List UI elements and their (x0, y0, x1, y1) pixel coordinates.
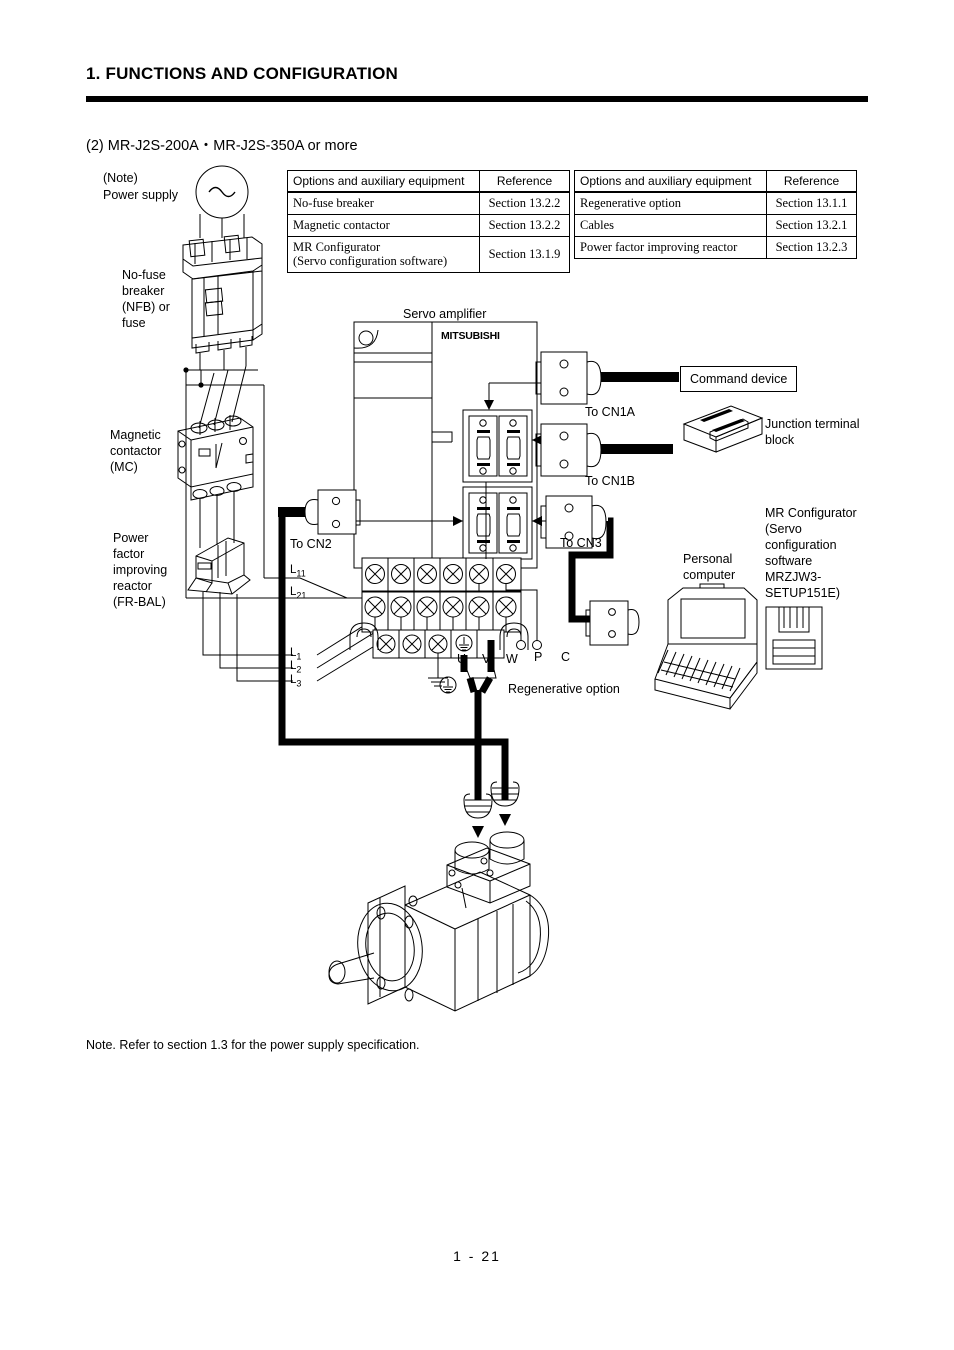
option-name: MR Configurator (Servo configuration sof… (287, 236, 480, 273)
option-name: Cables (574, 214, 767, 237)
floppy-disk-icon (765, 606, 823, 670)
manual-page: 1. FUNCTIONS AND CONFIGURATION (2) MR-J2… (0, 0, 954, 1350)
no-fuse-breaker-icon (182, 234, 263, 354)
mitsubishi-brand-label: MITSUBISHI (441, 330, 500, 342)
terminal-block-upper (361, 482, 538, 604)
option-name: Power factor improving reactor (574, 236, 767, 259)
column-header-reference: Reference (766, 170, 857, 193)
option-reference: Section 13.2.1 (766, 214, 857, 237)
terminal-label-v: V (482, 652, 491, 666)
table-row: Regenerative option Section 13.1.1 (574, 191, 857, 215)
motor-encoder-cable-boot (490, 781, 520, 826)
page-number: 1 - 21 (453, 1248, 501, 1264)
regenerative-option-label: Regenerative option (508, 682, 620, 696)
cn3-connector-plug (540, 495, 614, 623)
option-name: Magnetic contactor (287, 214, 480, 237)
servo-motor-icon (328, 831, 550, 1012)
power-factor-reactor-label: Power factor improving reactor (FR-BAL) (113, 531, 168, 609)
cn1b-connector-plug (535, 423, 673, 477)
table-row: MR Configurator (Servo configuration sof… (287, 236, 570, 273)
footnote: Note. Refer to section 1.3 for the power… (86, 1038, 420, 1052)
to-cn3-label: To CN3 (560, 536, 602, 550)
magnetic-contactor-label: Magnetic contactor (MC) (110, 428, 162, 474)
personal-computer-icon (654, 583, 758, 710)
terminal-block-lower (349, 622, 529, 694)
column-header-options: Options and auxiliary equipment (287, 170, 480, 193)
amplifier-connector-cage-lower (462, 486, 533, 569)
power-factor-reactor-icon (187, 537, 251, 595)
motor-power-cable-boot (463, 793, 493, 838)
options-table-left: Options and auxiliary equipment Referenc… (287, 170, 570, 273)
servo-amplifier-label: Servo amplifier (403, 307, 487, 321)
header-divider (86, 96, 868, 102)
terminal-screws-upper (365, 564, 516, 584)
junction-terminal-block-icon (682, 405, 764, 453)
terminal-label-c: C (561, 650, 571, 664)
power-supply-note-label: (Note) (103, 171, 138, 185)
option-reference: Section 13.2.2 (479, 191, 570, 215)
table-row: Cables Section 13.2.1 (574, 214, 857, 237)
amplifier-connector-cage-upper (462, 409, 533, 483)
column-header-options: Options and auxiliary equipment (574, 170, 767, 193)
to-cn1b-label: To CN1B (585, 474, 636, 488)
terminal-screws-middle (364, 596, 517, 618)
servo-amplifier-body (353, 321, 538, 569)
command-device-label: Command device (680, 366, 798, 392)
pc-connector-plug (585, 600, 640, 646)
table-row: Magnetic contactor Section 13.2.2 (287, 214, 570, 237)
cn1a-connector-plug (535, 351, 673, 405)
to-cn2-label: To CN2 (290, 537, 332, 551)
option-reference: Section 13.2.3 (766, 236, 857, 259)
terminal-label-l21: L21 (290, 586, 307, 601)
terminal-label-l11: L11 (290, 564, 306, 579)
magnetic-contactor-icon (177, 415, 254, 501)
options-table-right: Options and auxiliary equipment Referenc… (574, 170, 857, 259)
terminal-screws-lower (376, 634, 448, 654)
to-cn1a-label: To CN1A (585, 405, 636, 419)
power-supply-label: Power supply (103, 188, 179, 202)
table-row: Power factor improving reactor Section 1… (574, 236, 857, 259)
ac-power-source-icon (195, 165, 249, 238)
terminal-label-p: P (534, 650, 543, 664)
option-name: No-fuse breaker (287, 191, 480, 215)
table-header-row: Options and auxiliary equipment Referenc… (287, 170, 570, 193)
column-header-reference: Reference (479, 170, 570, 193)
protective-earth-icon (455, 634, 473, 652)
table-row: No-fuse breaker Section 13.2.2 (287, 191, 570, 215)
mr-configurator-label: MR Configurator (Servo configuration sof… (765, 506, 857, 600)
terminal-label-l3: L3 (290, 674, 302, 689)
terminal-label-w: W (506, 652, 518, 666)
terminal-block-middle (361, 591, 522, 633)
option-reference: Section 13.1.1 (766, 191, 857, 215)
table-header-row: Options and auxiliary equipment Referenc… (574, 170, 857, 193)
no-fuse-breaker-label: No-fuse breaker (NFB) or fuse (122, 268, 170, 330)
page-title: 1. FUNCTIONS AND CONFIGURATION (86, 64, 398, 83)
terminal-label-u: U (457, 652, 467, 666)
section-label: (2) MR-J2S-200A・MR-J2S-350A or more (86, 138, 358, 154)
option-name: Regenerative option (574, 191, 767, 215)
personal-computer-label: Personal computer (683, 552, 736, 582)
ground-symbol-icon (439, 676, 457, 694)
option-reference: Section 13.1.9 (479, 236, 570, 273)
junction-terminal-block-label: Junction terminal block (765, 417, 860, 447)
option-reference: Section 13.2.2 (479, 214, 570, 237)
